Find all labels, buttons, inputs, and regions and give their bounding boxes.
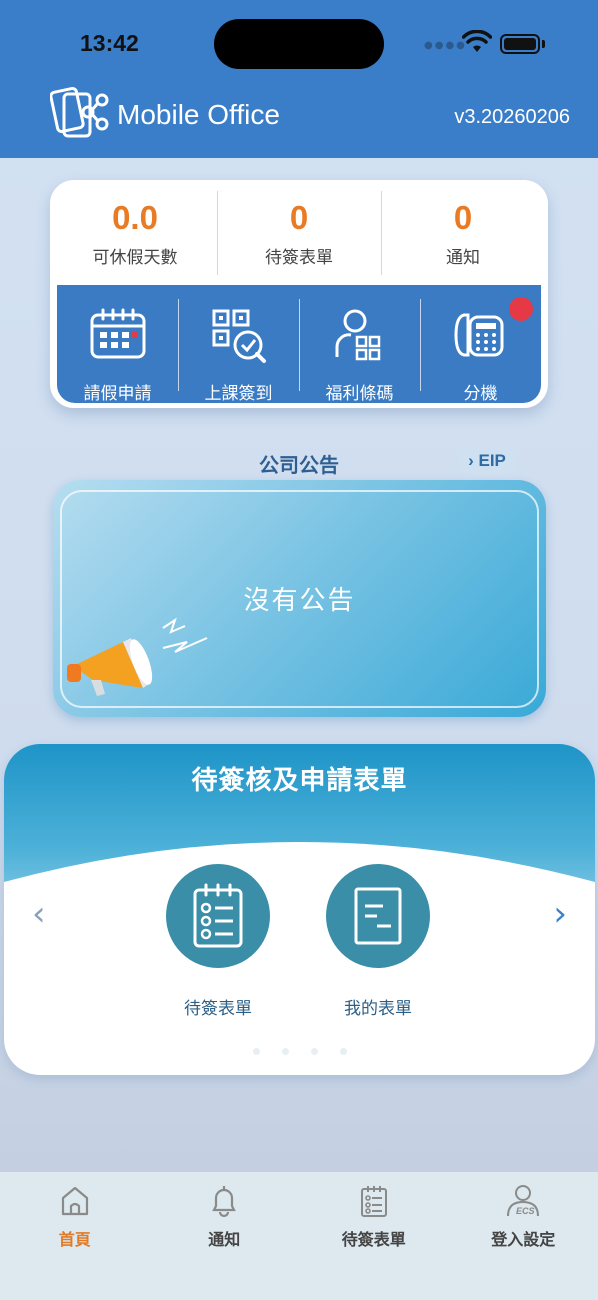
quick-actions: 請假申請 上課簽到 福利條碼 分機 [57,285,541,404]
announcement-empty-text: 沒有公告 [243,586,356,616]
stats-row: 0.0 可休假天數 0 待簽表單 0 通知 [53,183,545,283]
tab-label: 通知 [208,1230,241,1249]
status-time: 13:42 [80,30,139,56]
battery-icon [500,34,540,54]
checklist-icon [193,883,243,948]
tab-bar: 首頁 通知 待簽表單 ECS 登入設定 [0,1172,598,1300]
stat-label: 待簽表單 [265,248,333,268]
person-grid-icon [334,309,380,361]
form-icon-circle [166,864,270,968]
app-title: Mobile Office [117,99,280,130]
bell-icon [212,1186,237,1218]
forms-card: 待簽核及申請表單 ‹ › 待簽表單 我的表單 [4,744,595,1075]
eip-link-button[interactable]: › EIP [458,447,516,475]
qr-check-icon [212,309,266,363]
form-label: 待簽表單 [184,999,252,1019]
app-logo-icon [50,86,109,138]
user-settings-icon: ECS [507,1185,540,1217]
svg-text:ECS: ECS [516,1206,535,1216]
stat-notifications[interactable]: 0 通知 [381,183,545,283]
tab-notifications[interactable]: 通知 [150,1172,300,1300]
next-arrow-button[interactable]: › [553,894,567,934]
tab-label: 登入設定 [491,1230,556,1249]
class-checkin-button[interactable]: 上課簽到 [178,285,299,404]
pending-forms-button[interactable]: 待簽表單 [158,864,278,1019]
stat-value: 0 [453,199,473,236]
extension-button[interactable]: 分機 [420,285,541,404]
clipboard-icon [360,1186,387,1217]
stat-value: 0 [289,199,309,236]
forms-title: 待簽核及申請表單 [191,766,408,796]
my-forms-button[interactable]: 我的表單 [318,864,438,1019]
notification-badge [509,297,533,321]
page-dot[interactable] [252,1048,260,1055]
page-dot[interactable] [281,1048,289,1055]
phone-icon [453,313,503,357]
tab-label: 待簽表單 [341,1230,406,1249]
quick-label: 上課簽到 [204,384,273,404]
quick-label: 請假申請 [83,384,152,404]
page-indicator [4,1040,595,1059]
form-label: 我的表單 [344,999,412,1019]
eip-label: EIP [478,451,506,470]
tab-login-settings[interactable]: ECS 登入設定 [449,1172,598,1300]
welfare-barcode-button[interactable]: 福利條碼 [299,285,420,404]
document-icon [354,887,402,945]
battery-tip [542,40,545,48]
summary-card: 0.0 可休假天數 0 待簽表單 0 通知 請假申請 上課簽到 福利條碼 分機 [50,180,548,408]
page-dot[interactable] [310,1048,318,1055]
wave-shape [4,842,595,922]
stat-leave-days[interactable]: 0.0 可休假天數 [53,183,217,283]
stat-label: 可休假天數 [92,248,178,268]
home-icon [61,1186,88,1216]
form-icon-circle [326,864,430,968]
stat-pending-forms[interactable]: 0 待簽表單 [217,183,381,283]
dynamic-island [214,19,384,69]
tab-label: 首頁 [58,1230,91,1249]
header: 13:42 ●●●● Mobile Office v3.20260206 [0,0,598,158]
tab-home[interactable]: 首頁 [0,1172,150,1300]
stat-value: 0.0 [112,199,158,236]
stat-label: 通知 [446,248,480,268]
quick-label: 分機 [463,384,498,404]
page-dot[interactable] [339,1048,347,1055]
megaphone-icon [67,618,208,696]
version-label: v3.20260206 [454,106,570,128]
leave-request-button[interactable]: 請假申請 [57,285,178,404]
wifi-icon [462,30,492,52]
calendar-icon [90,308,145,359]
prev-arrow-button[interactable]: ‹ [32,894,46,934]
tab-pending-forms[interactable]: 待簽表單 [299,1172,449,1300]
quick-label: 福利條碼 [325,384,394,404]
signal-icon: ●●●● [424,40,467,51]
announcement-card[interactable]: 沒有公告 [53,480,546,717]
